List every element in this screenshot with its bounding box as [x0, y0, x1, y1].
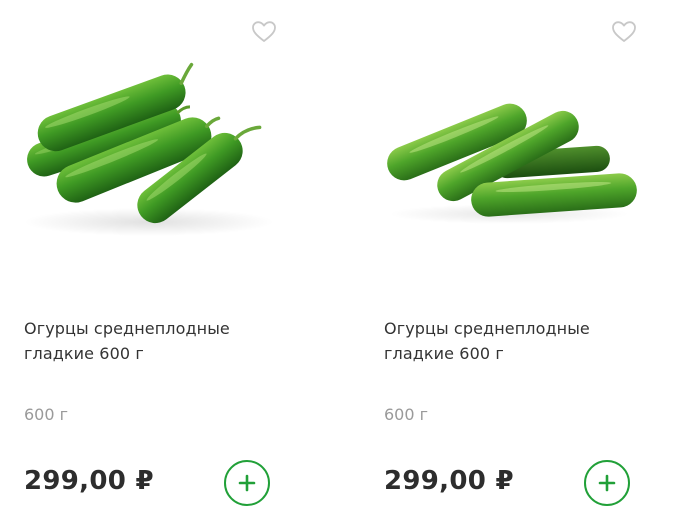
product-card[interactable]: Огурцы среднеплодные гладкие 600 г 600 г… [374, 0, 644, 528]
product-card[interactable]: Огурцы среднеплодные гладкие 600 г 600 г… [14, 0, 284, 528]
product-weight: 600 г [384, 405, 429, 424]
cucumbers-image [24, 62, 274, 236]
heart-outline-icon [252, 21, 276, 42]
product-title[interactable]: Огурцы среднеплодные гладкие 600 г [24, 316, 274, 366]
add-to-cart-button[interactable] [584, 460, 630, 506]
heart-outline-icon [612, 21, 636, 42]
product-image[interactable] [374, 0, 644, 290]
product-price: 299,00 ₽ [24, 466, 154, 496]
cucumbers-image [387, 103, 637, 224]
product-grid: Огурцы среднеплодные гладкие 600 г 600 г… [0, 0, 673, 528]
plus-icon [238, 474, 256, 492]
product-price: 299,00 ₽ [384, 466, 514, 496]
product-image[interactable] [14, 0, 284, 290]
favorite-button[interactable] [250, 18, 278, 46]
plus-icon [598, 474, 616, 492]
favorite-button[interactable] [610, 18, 638, 46]
add-to-cart-button[interactable] [224, 460, 270, 506]
product-title[interactable]: Огурцы среднеплодные гладкие 600 г [384, 316, 634, 366]
product-weight: 600 г [24, 405, 69, 424]
